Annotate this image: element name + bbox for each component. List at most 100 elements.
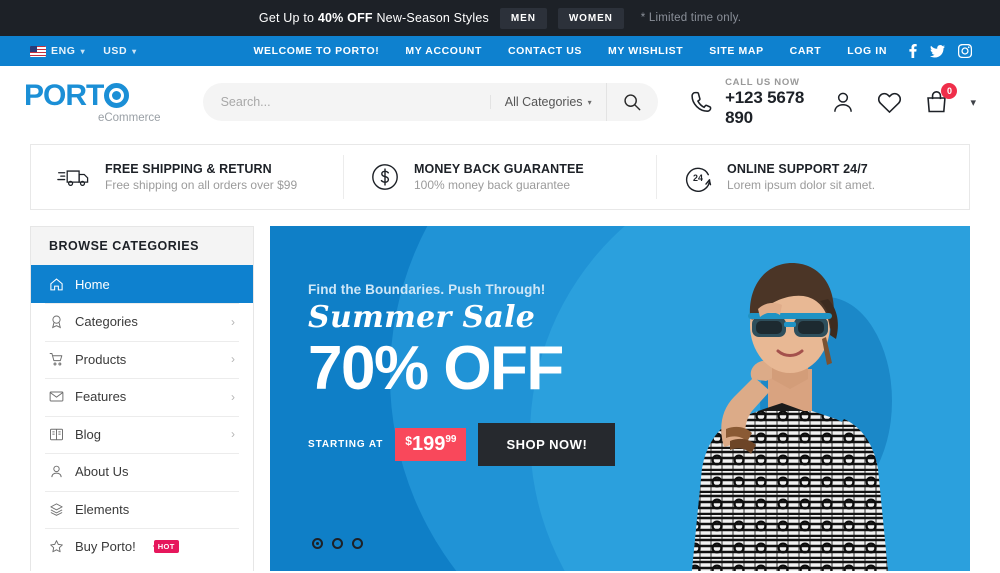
slider-dot-2[interactable] — [332, 538, 343, 549]
logo-tagline: eCommerce — [97, 111, 161, 124]
facebook-icon[interactable] — [909, 44, 917, 58]
nav-cart[interactable]: CART — [790, 45, 822, 57]
book-icon — [50, 428, 63, 440]
sidebar-item-label: About Us — [75, 464, 129, 480]
search-category-dropdown[interactable]: All Categories ▾ — [489, 95, 606, 109]
promo-men-button[interactable]: MEN — [499, 7, 547, 29]
chevron-right-icon: › — [231, 314, 235, 329]
sidebar-item-label: Blog — [75, 426, 102, 442]
main-content: BROWSE CATEGORIES Home Categories › Prod… — [0, 210, 1000, 571]
site-logo[interactable]: PORT eCommerce — [24, 78, 167, 124]
award-icon — [52, 315, 61, 329]
shop-now-button[interactable]: SHOP NOW! — [478, 422, 616, 466]
promo-suffix: New-Season Styles — [372, 11, 489, 25]
nav-welcome[interactable]: WELCOME TO PORTO! — [253, 45, 379, 57]
chevron-right-icon: › — [231, 352, 235, 367]
chevron-right-icon: › — [231, 389, 235, 404]
hero-script-title: Summer Sale — [308, 300, 536, 335]
sidebar-item-buy-porto[interactable]: Buy Porto! HOT — [31, 528, 253, 566]
person-icon — [51, 465, 62, 478]
sidebar-item-label: Elements — [75, 501, 130, 517]
nav-my-account[interactable]: MY ACCOUNT — [405, 45, 482, 57]
cart-chevron-down-icon[interactable]: ▾ — [970, 96, 976, 109]
support-24-icon: 24 — [685, 167, 712, 192]
search-input[interactable] — [202, 95, 490, 109]
cart-count-badge: 0 — [941, 82, 958, 99]
nav-site-map[interactable]: SITE MAP — [709, 45, 763, 57]
browse-categories-sidebar: BROWSE CATEGORIES Home Categories › Prod… — [30, 226, 254, 571]
nav-contact-us[interactable]: CONTACT US — [508, 45, 582, 57]
site-header: PORT eCommerce All Categories ▾ CALL US … — [0, 66, 1000, 138]
search-button[interactable] — [605, 83, 658, 121]
twitter-icon[interactable] — [930, 44, 945, 58]
hot-badge: HOT — [152, 540, 179, 554]
phone-icon — [690, 91, 711, 112]
logo-wordmark: PORT — [24, 78, 167, 112]
chevron-down-icon: ▾ — [587, 97, 592, 107]
svg-text:24: 24 — [693, 173, 703, 183]
price-badge: $199 99 — [395, 427, 467, 461]
search-bar: All Categories ▾ — [202, 83, 658, 121]
language-selector[interactable]: ENG ▾ — [30, 45, 85, 57]
slider-dot-3[interactable] — [352, 538, 363, 549]
header-icons: 0 ▾ — [830, 82, 976, 116]
promo-bar: Get Up to 40% OFF New-Season Styles MEN … — [0, 0, 1000, 36]
price-cents: 99 — [445, 433, 457, 445]
person-icon — [834, 92, 853, 112]
layers-icon — [50, 503, 63, 516]
call-us-label: CALL US NOW — [725, 76, 800, 88]
promo-highlight: 40% OFF — [317, 11, 373, 25]
sidebar-item-features[interactable]: Features › — [31, 378, 253, 416]
promo-message: Get Up to 40% OFF New-Season Styles — [259, 11, 489, 25]
sidebar-item-label: Home — [75, 276, 110, 292]
slider-dot-1[interactable] — [312, 538, 323, 549]
promo-women-button[interactable]: WOMEN — [557, 7, 624, 29]
price-currency: $ — [405, 433, 412, 448]
nav-my-wishlist[interactable]: MY WISHLIST — [608, 45, 683, 57]
feature-money-back: MONEY BACK GUARANTEE 100% money back gua… — [343, 155, 656, 199]
sidebar-item-about-us[interactable]: About Us — [31, 453, 253, 491]
feature-title: ONLINE SUPPORT 24/7 — [727, 162, 868, 176]
feature-subtitle: Free shipping on all orders over $99 — [105, 178, 298, 192]
feature-strip: FREE SHIPPING & RETURN Free shipping on … — [30, 144, 970, 210]
nav-log-in[interactable]: LOG IN — [847, 45, 887, 57]
logo-text: PORT — [24, 78, 104, 112]
logo-o-mark — [104, 83, 130, 108]
price-amount: 199 — [411, 432, 446, 455]
feature-text: ONLINE SUPPORT 24/7 Lorem ipsum dolor si… — [727, 162, 875, 192]
sidebar-item-label: Categories — [75, 314, 138, 330]
sidebar-item-products[interactable]: Products › — [31, 340, 253, 379]
utility-bar: ENG ▾ USD ▾ WELCOME TO PORTO! MY ACCOUNT… — [0, 36, 1000, 66]
social-links — [909, 44, 972, 58]
promo-note: * Limited time only. — [640, 12, 742, 24]
hero-kicker: Find the Boundaries. Push Through! — [308, 282, 546, 297]
search-category-label: All Categories — [504, 95, 583, 109]
dollar-circle-icon — [372, 164, 398, 190]
utility-right: WELCOME TO PORTO! MY ACCOUNT CONTACT US … — [253, 44, 986, 58]
us-flag-icon — [30, 45, 46, 57]
account-button[interactable] — [830, 89, 856, 115]
instagram-icon[interactable] — [958, 44, 972, 58]
promo-prefix: Get Up to — [258, 11, 318, 25]
cart-icon — [49, 352, 63, 366]
call-us-number: +123 5678 890 — [725, 87, 805, 127]
sidebar-item-label: Buy Porto! — [75, 539, 136, 555]
language-label: ENG — [51, 45, 76, 57]
wishlist-button[interactable] — [876, 89, 903, 116]
feature-text: FREE SHIPPING & RETURN Free shipping on … — [105, 162, 297, 192]
cart-button[interactable]: 0 — [923, 82, 958, 116]
chevron-down-icon: ▾ — [132, 46, 137, 56]
utility-selectors: ENG ▾ USD ▾ — [14, 45, 137, 57]
sidebar-item-blog[interactable]: Blog › — [31, 415, 253, 454]
truck-icon — [57, 170, 89, 186]
feature-subtitle: Lorem ipsum dolor sit amet. — [727, 178, 876, 192]
feature-subtitle: 100% money back guarantee — [414, 178, 571, 192]
feature-online-support: 24 ONLINE SUPPORT 24/7 Lorem ipsum dolor… — [656, 155, 969, 199]
currency-selector[interactable]: USD ▾ — [103, 45, 137, 57]
sidebar-item-elements[interactable]: Elements — [31, 490, 253, 529]
heart-icon — [878, 92, 902, 113]
star-icon — [50, 540, 63, 553]
currency-label: USD — [103, 45, 128, 57]
sidebar-item-home[interactable]: Home — [31, 265, 253, 303]
sidebar-item-categories[interactable]: Categories › — [31, 303, 253, 341]
